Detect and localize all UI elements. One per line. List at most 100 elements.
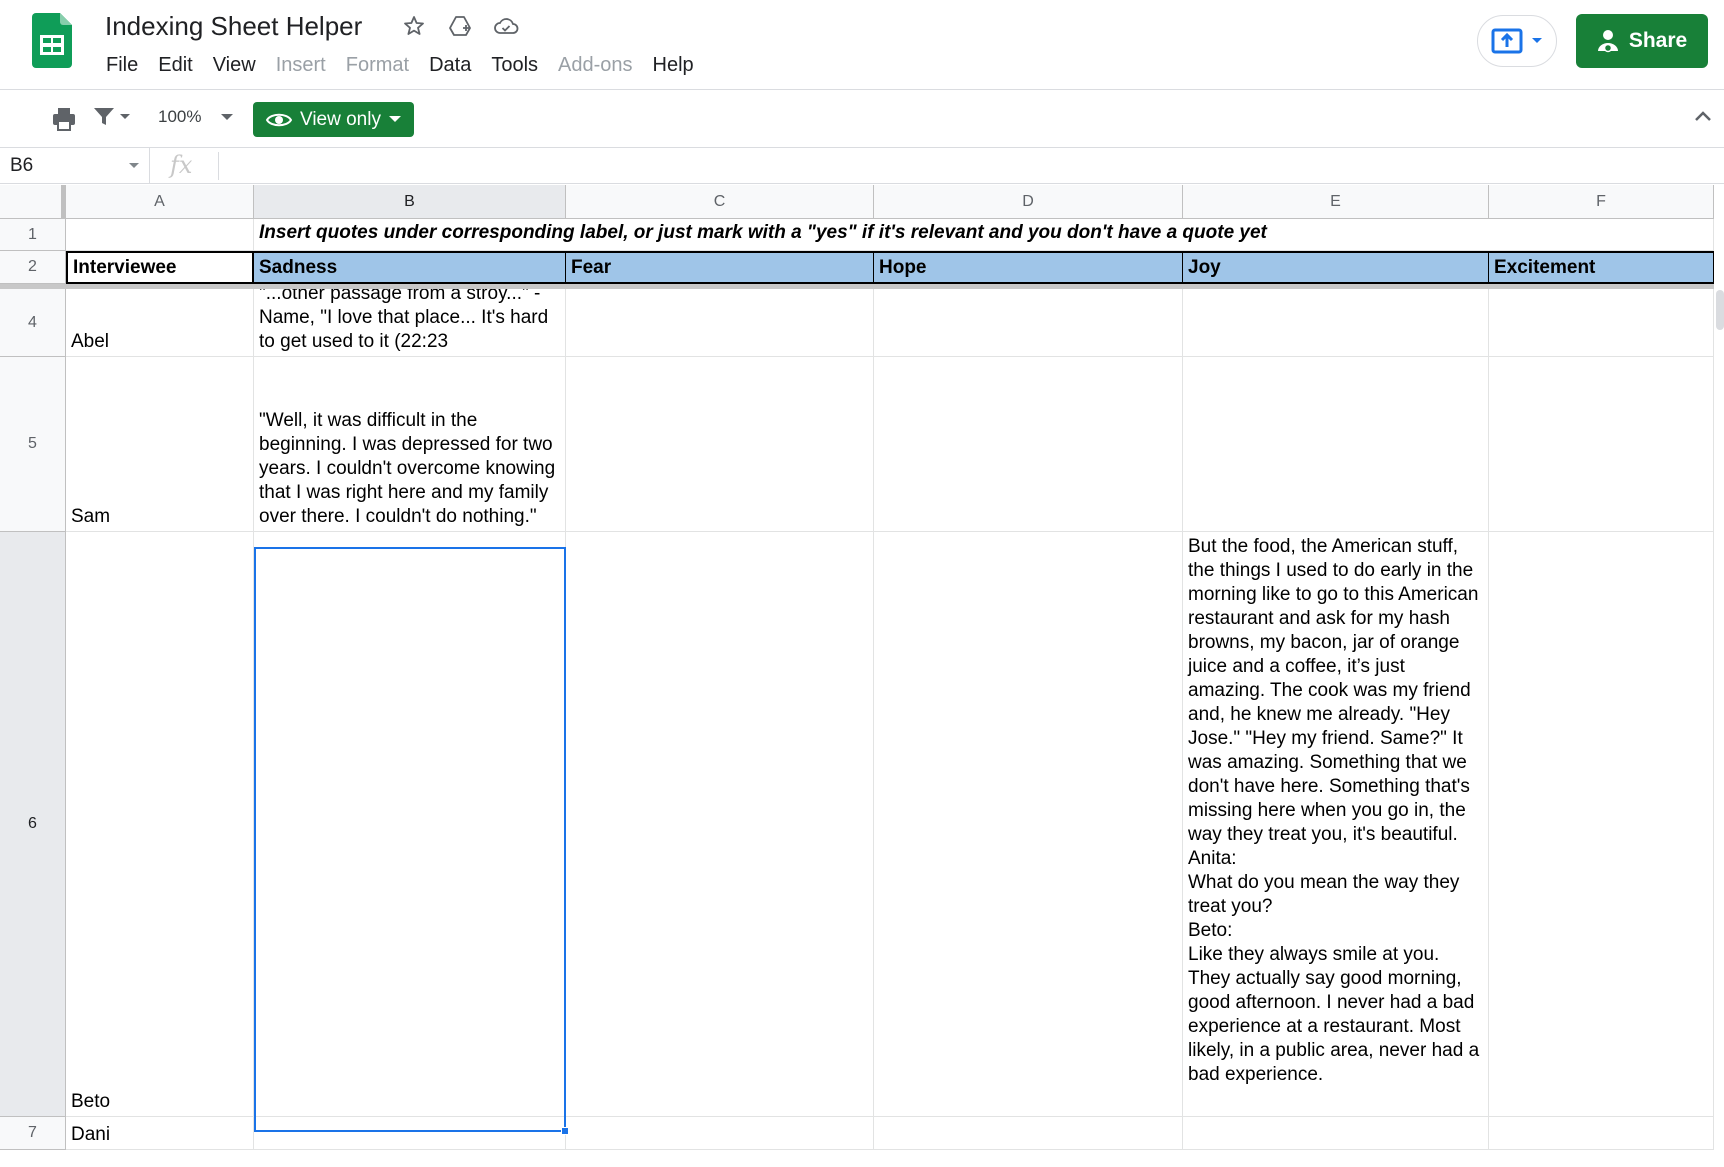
vertical-scrollbar[interactable] <box>1716 290 1724 330</box>
cell-a7[interactable]: Dani <box>66 1117 254 1150</box>
cell-a6[interactable]: Beto <box>66 532 254 1117</box>
joy-quote: But the food, the American stuff, the th… <box>1188 536 1480 1085</box>
cell-c7[interactable] <box>566 1117 874 1150</box>
interviewee-name: Sam <box>71 506 111 527</box>
cell-e4[interactable] <box>1183 289 1489 357</box>
cell-a4[interactable]: Abel <box>66 289 254 357</box>
row-header-6[interactable]: 6 <box>0 532 66 1117</box>
row-header-2[interactable]: 2 <box>0 251 66 284</box>
cell-a2-header[interactable]: Interviewee <box>66 251 254 284</box>
share-button[interactable]: Share <box>1576 14 1708 68</box>
collapse-toolbar-icon[interactable] <box>1694 110 1712 122</box>
google-sheets-logo[interactable] <box>32 13 72 68</box>
column-header-f[interactable]: F <box>1489 185 1714 219</box>
menu-tools[interactable]: Tools <box>481 52 548 78</box>
filter-button[interactable] <box>92 105 130 129</box>
column-header-c[interactable]: C <box>566 185 874 219</box>
share-label: Share <box>1628 29 1688 52</box>
cell-b6[interactable] <box>254 532 566 1117</box>
chevron-down-icon <box>129 163 139 168</box>
star-icon[interactable] <box>400 12 428 40</box>
menu-data[interactable]: Data <box>419 52 481 78</box>
filter-icon <box>94 108 114 125</box>
cell-b7[interactable] <box>254 1117 566 1150</box>
cell-f7[interactable] <box>1489 1117 1714 1150</box>
move-to-drive-icon[interactable] <box>446 12 474 40</box>
cell-reference: B6 <box>10 155 34 176</box>
menu-insert[interactable]: Insert <box>266 52 336 78</box>
cloud-saved-icon[interactable] <box>492 12 520 40</box>
formula-bar: B6 fx <box>0 148 1724 184</box>
cell-b4[interactable]: "...other passage from a stroy..." - Nam… <box>254 289 566 357</box>
select-all-corner[interactable] <box>0 185 66 219</box>
print-icon[interactable] <box>50 105 78 133</box>
menu-add-ons[interactable]: Add-ons <box>548 52 643 78</box>
cell-f2-header[interactable]: Excitement <box>1489 251 1714 284</box>
header-excitement: Excitement <box>1494 257 1596 278</box>
header-sadness: Sadness <box>259 257 338 278</box>
header-hope: Hope <box>879 257 927 278</box>
spreadsheet-grid: A B C D E F 1 2 4 5 6 7 Insert quotes un… <box>0 185 1714 1167</box>
present-icon <box>1491 28 1523 54</box>
present-button[interactable] <box>1477 15 1557 67</box>
cell-d5[interactable] <box>874 357 1183 532</box>
cell-d6[interactable] <box>874 532 1183 1117</box>
cell-e7[interactable] <box>1183 1117 1489 1150</box>
sadness-quote: "...other passage from a stroy..." - Nam… <box>259 289 554 352</box>
view-only-label: View only <box>300 108 381 130</box>
eye-icon <box>266 113 292 126</box>
share-person-icon <box>1597 30 1618 53</box>
zoom-value: 100% <box>158 107 202 126</box>
header-joy: Joy <box>1188 257 1221 278</box>
cell-f4[interactable] <box>1489 289 1714 357</box>
menu-edit[interactable]: Edit <box>148 52 202 78</box>
cell-e5[interactable] <box>1183 357 1489 532</box>
interviewee-name: Beto <box>71 1091 111 1112</box>
menu-help[interactable]: Help <box>643 52 704 78</box>
row-header-4[interactable]: 4 <box>0 289 66 357</box>
cell-c4[interactable] <box>566 289 874 357</box>
app-header: Indexing Sheet Helper File Edit View Ins… <box>0 0 1724 90</box>
row-header-1[interactable]: 1 <box>0 219 66 251</box>
cell-e6[interactable]: But the food, the American stuff, the th… <box>1183 532 1489 1117</box>
cell-f1[interactable] <box>1489 219 1714 251</box>
formula-input[interactable] <box>218 152 1708 180</box>
cell-c5[interactable] <box>566 357 874 532</box>
menu-view[interactable]: View <box>203 52 266 78</box>
cell-b2-header[interactable]: Sadness <box>254 251 566 284</box>
header-fear: Fear <box>571 257 612 278</box>
zoom-select[interactable]: 100% <box>158 107 234 127</box>
title-icons <box>400 12 520 40</box>
cell-a5[interactable]: Sam <box>66 357 254 532</box>
cell-a1[interactable] <box>66 219 254 251</box>
cell-f5[interactable] <box>1489 357 1714 532</box>
chevron-down-icon <box>221 113 234 120</box>
cell-b5[interactable]: "Well, it was difficult in the beginning… <box>254 357 566 532</box>
view-only-button[interactable]: View only <box>253 102 414 137</box>
cell-f6[interactable] <box>1489 532 1714 1117</box>
column-header-d[interactable]: D <box>874 185 1183 219</box>
chevron-down-icon <box>1532 38 1542 43</box>
column-header-a[interactable]: A <box>66 185 254 219</box>
menu-bar: File Edit View Insert Format Data Tools … <box>96 52 704 78</box>
column-header-b[interactable]: B <box>254 185 566 219</box>
cell-e2-header[interactable]: Joy <box>1183 251 1489 284</box>
cell-d4[interactable] <box>874 289 1183 357</box>
cell-d7[interactable] <box>874 1117 1183 1150</box>
toolbar: 100% View only <box>0 90 1724 148</box>
chevron-down-icon <box>388 116 401 122</box>
document-title[interactable]: Indexing Sheet Helper <box>105 11 362 42</box>
cell-d2-header[interactable]: Hope <box>874 251 1183 284</box>
row-header-7[interactable]: 7 <box>0 1117 66 1150</box>
cell-c6[interactable] <box>566 532 874 1117</box>
cell-c2-header[interactable]: Fear <box>566 251 874 284</box>
chevron-down-icon <box>120 114 130 119</box>
header-interviewee: Interviewee <box>73 257 177 278</box>
name-box[interactable]: B6 <box>0 148 150 184</box>
menu-file[interactable]: File <box>96 52 148 78</box>
row-header-5[interactable]: 5 <box>0 357 66 532</box>
menu-format[interactable]: Format <box>336 52 419 78</box>
column-header-e[interactable]: E <box>1183 185 1489 219</box>
sadness-quote: "Well, it was difficult in the beginning… <box>259 410 561 527</box>
fx-icon: fx <box>170 151 193 179</box>
